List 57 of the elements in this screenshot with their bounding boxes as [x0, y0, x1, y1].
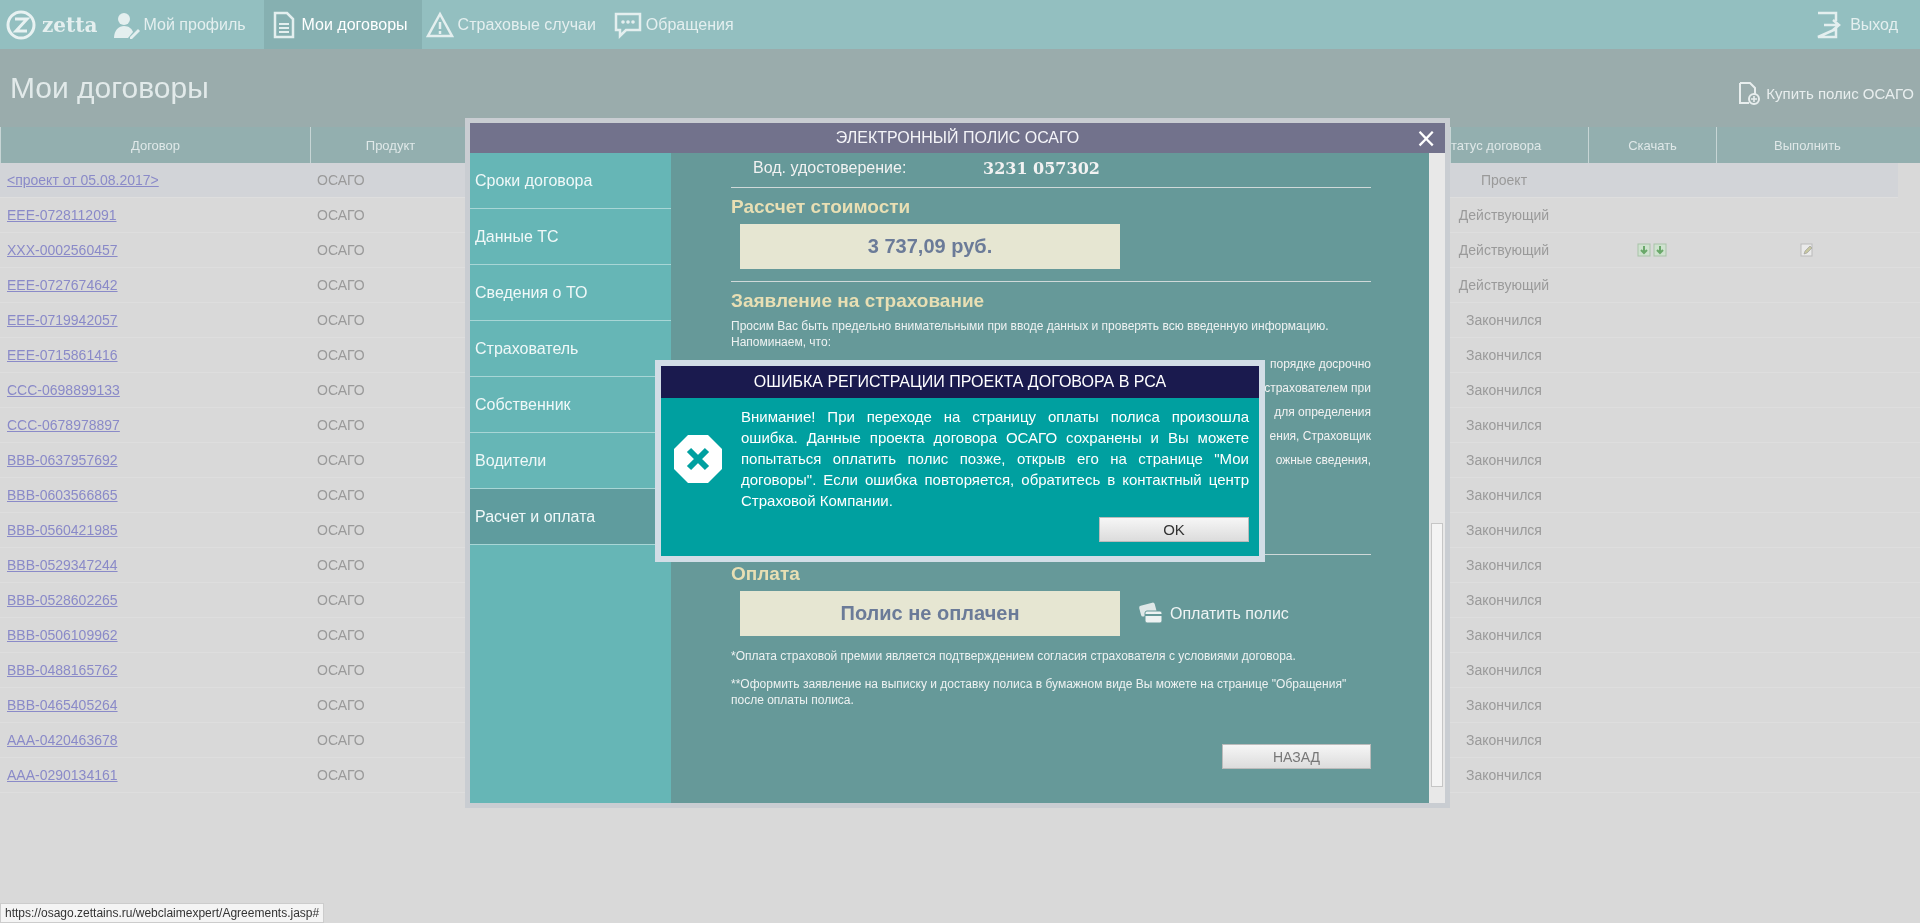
table-cell: ОСАГО: [317, 172, 365, 188]
status-url: https://osago.zettains.ru/webclaimexpert/Agreements.jasp#: [0, 903, 325, 923]
table-cell: Закончился: [1466, 347, 1542, 363]
table-cell: Действующий: [1458, 277, 1550, 293]
table-cell: ОСАГО: [317, 522, 365, 538]
section-heading: Оплата: [731, 563, 801, 585]
table-cell: Проект: [1480, 172, 1528, 188]
table-cell: ОСАГО: [317, 487, 365, 503]
table-cell: ОСАГО: [317, 557, 365, 573]
table-cell: Закончился: [1466, 557, 1542, 573]
statement-text: Напоминаем, что:: [731, 334, 832, 350]
footnote: **Оформить заявление на выписку и доставку полиса в бумажном виде Вы можете на странице "Обращения" после оплаты полиса.: [731, 676, 1348, 708]
statement-text: для определения: [1274, 405, 1371, 419]
logo-text: zetta: [42, 12, 98, 37]
table-cell: ОСАГО: [317, 627, 365, 643]
table-cell: ОСАГО: [317, 347, 365, 363]
statement-text: порядке досрочно: [1270, 357, 1371, 371]
table-cell: Действующий: [1458, 242, 1550, 258]
table-cell: ОСАГО: [317, 382, 365, 398]
table-cell: Закончился: [1466, 592, 1542, 608]
field-value: 3231 057302: [983, 158, 1100, 178]
table-cell: Закончился: [1466, 697, 1542, 713]
section-heading: Заявление на страхование: [731, 290, 986, 312]
table-cell: Закончился: [1466, 487, 1542, 503]
table-cell: Закончился: [1466, 662, 1542, 678]
footnote: *Оплата страховой премии является подтверждением согласия страхователя с условиями договора.: [731, 648, 1297, 664]
statement-text: страхователем при: [1264, 381, 1371, 395]
table-cell: ОСАГО: [317, 767, 365, 783]
table-cell: ОСАГО: [317, 207, 365, 223]
table-cell: Закончился: [1466, 522, 1542, 538]
table-cell: Действующий: [1458, 207, 1550, 223]
cost-box: 3 737,09 руб.: [740, 224, 1120, 269]
table-cell: Закончился: [1466, 767, 1542, 783]
statement-text: ения, Страховщик: [1269, 429, 1371, 443]
table-cell: ОСАГО: [317, 592, 365, 608]
table-cell: Закончился: [1466, 417, 1542, 433]
table-cell: Закончился: [1466, 312, 1542, 328]
table-cell: ОСАГО: [317, 662, 365, 678]
table-cell: Закончился: [1466, 382, 1542, 398]
table-cell: ОСАГО: [317, 732, 365, 748]
table-cell: ОСАГО: [317, 312, 365, 328]
table-cell: ОСАГО: [317, 697, 365, 713]
modal-title: ЭЛЕКТРОННЫЙ ПОЛИС ОСАГО: [835, 129, 1080, 147]
section-heading: Рассчет стоимости: [731, 196, 912, 218]
payment-status-box: Полис не оплачен: [740, 591, 1120, 636]
table-cell: Закончился: [1466, 627, 1542, 643]
table-cell: Закончился: [1466, 732, 1542, 748]
table-cell: Закончился: [1466, 452, 1542, 468]
field-label: Вод. удостоверение:: [753, 159, 908, 177]
page-title: Мои договоры: [10, 71, 209, 105]
table-cell: ОСАГО: [317, 242, 365, 258]
statement-text: Просим Вас быть предельно внимательными при вводе данных и проверять всю введенную информацию.: [731, 318, 1330, 334]
statement-text: ожные сведения,: [1275, 453, 1371, 467]
table-cell: ОСАГО: [317, 452, 365, 468]
table-cell: ОСАГО: [317, 277, 365, 293]
dialog-title: ОШИБКА РЕГИСТРАЦИИ ПРОЕКТА ДОГОВОРА В РСА: [661, 366, 1259, 398]
table-cell: ОСАГО: [317, 417, 365, 433]
